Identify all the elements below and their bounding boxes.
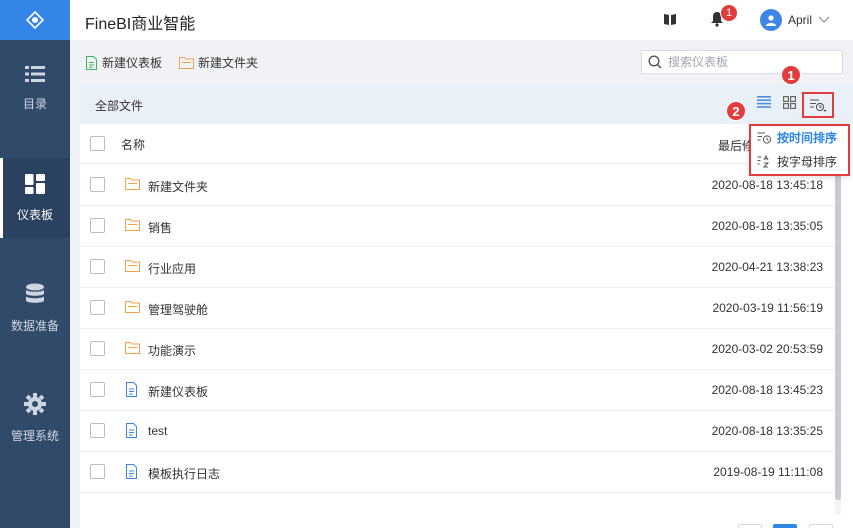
sidebar-item-data-prep[interactable]: 数据准备 <box>0 268 70 348</box>
table-row[interactable]: 新建仪表板 2020-08-18 13:45:23 <box>80 370 835 411</box>
column-header-modified[interactable]: 最后修 <box>718 137 752 154</box>
file-name: test <box>148 424 168 438</box>
avatar <box>760 9 782 31</box>
sort-time-icon <box>757 132 772 144</box>
file-modified-date: 2020-08-18 13:35:05 <box>711 219 823 233</box>
database-icon <box>26 283 44 303</box>
sort-by-time-option[interactable]: 按时间排序 <box>757 127 837 147</box>
step-callout-2: 2 <box>726 101 746 121</box>
notification-badge: 1 <box>720 4 738 22</box>
row-checkbox[interactable] <box>90 382 105 397</box>
file-modified-date: 2020-08-18 13:35:25 <box>711 424 823 438</box>
file-name: 功能演示 <box>148 344 197 358</box>
next-page-button[interactable] <box>809 524 833 528</box>
folder-icon <box>125 301 140 313</box>
sort-alpha-icon <box>757 154 770 167</box>
sidebar-item-label: 管理系统 <box>10 428 59 443</box>
table-row[interactable]: 新建文件夹 2020-08-18 13:45:18 <box>80 165 835 206</box>
sidebar-item-label: 仪表板 <box>16 207 53 222</box>
new-folder-button[interactable]: 新建文件夹 <box>179 54 258 71</box>
new-dashboard-icon <box>86 55 97 70</box>
step-callout-1: 1 <box>781 65 801 85</box>
file-name: 新建文件夹 <box>148 180 209 194</box>
breadcrumb[interactable]: 全部文件 <box>95 97 143 114</box>
table-row[interactable]: 模板执行日志 2019-08-19 11:11:08 <box>80 452 835 493</box>
row-checkbox[interactable] <box>90 423 105 438</box>
table-row[interactable]: 管理驾驶舱 2020-03-19 11:56:19 <box>80 288 835 329</box>
folder-icon <box>125 342 140 354</box>
file-name: 管理驾驶舱 <box>148 303 209 317</box>
new-folder-label: 新建文件夹 <box>198 56 259 70</box>
logo[interactable] <box>0 0 70 40</box>
sidebar-item-dashboard[interactable]: 仪表板 <box>0 158 70 238</box>
file-name: 模板执行日志 <box>148 467 221 481</box>
chevron-down-icon <box>818 16 830 23</box>
sidebar-item-admin[interactable]: 管理系统 <box>0 378 70 458</box>
sort-by-alpha-option[interactable]: 按字母排序 <box>757 151 837 171</box>
prev-page-button[interactable] <box>738 524 762 528</box>
file-name: 行业应用 <box>148 262 197 276</box>
dashboard-file-icon <box>126 382 137 397</box>
scrollbar[interactable] <box>835 164 841 514</box>
select-all-checkbox[interactable] <box>90 136 105 151</box>
table-row[interactable]: 行业应用 2020-04-21 13:38:23 <box>80 247 835 288</box>
user-icon <box>766 15 776 26</box>
folder-icon <box>179 57 194 69</box>
column-header-name[interactable]: 名称 <box>121 136 145 153</box>
row-checkbox[interactable] <box>90 300 105 315</box>
file-modified-date: 2020-08-18 13:45:23 <box>711 383 823 397</box>
list-icon <box>25 65 45 82</box>
row-checkbox[interactable] <box>90 341 105 356</box>
folder-icon <box>125 260 140 272</box>
table-row[interactable]: test 2020-08-18 13:35:25 <box>80 411 835 452</box>
file-name: 新建仪表板 <box>148 385 209 399</box>
dashboard-file-icon <box>126 464 137 479</box>
row-checkbox[interactable] <box>90 259 105 274</box>
file-list: 新建文件夹 2020-08-18 13:45:18 销售 2020-08-18 … <box>80 165 835 511</box>
sidebar-item-catalog[interactable]: 目录 <box>0 48 70 128</box>
logo-icon <box>25 10 45 30</box>
page-number-button[interactable]: 1 <box>773 524 797 528</box>
new-dashboard-label: 新建仪表板 <box>102 56 163 70</box>
dashboard-icon <box>25 173 45 194</box>
file-modified-date: 2020-03-02 20:53:59 <box>711 342 823 356</box>
file-modified-date: 2020-03-19 11:56:19 <box>712 301 823 315</box>
app-title: FineBI商业智能 <box>85 16 196 33</box>
folder-icon <box>125 219 140 231</box>
book-icon[interactable] <box>663 12 677 26</box>
file-modified-date: 2020-08-18 13:45:18 <box>711 178 823 192</box>
grid-view-icon[interactable] <box>783 96 796 109</box>
table-row[interactable]: 功能演示 2020-03-02 20:53:59 <box>80 329 835 370</box>
sort-dropdown-button[interactable] <box>802 92 834 118</box>
sort-time-icon <box>810 99 827 112</box>
file-panel: 全部文件 名称 最后修 新建文件夹 2020-08-18 13:45:18 销售… <box>80 84 853 528</box>
search-box[interactable] <box>641 50 843 74</box>
sort-by-alpha-label: 按字母排序 <box>777 154 838 169</box>
file-modified-date: 2020-04-21 13:38:23 <box>711 260 823 274</box>
table-row[interactable]: 销售 2020-08-18 13:35:05 <box>80 206 835 247</box>
sort-menu: 按时间排序 按字母排序 <box>749 124 850 176</box>
row-checkbox[interactable] <box>90 218 105 233</box>
gear-icon <box>24 392 46 415</box>
list-view-icon[interactable] <box>757 96 771 108</box>
user-name: April <box>788 13 813 27</box>
row-checkbox[interactable] <box>90 177 105 192</box>
folder-icon <box>125 178 140 190</box>
sidebar-item-label: 数据准备 <box>10 318 59 333</box>
search-icon <box>648 55 662 69</box>
file-name: 销售 <box>148 221 173 235</box>
dashboard-file-icon <box>126 423 137 438</box>
row-checkbox[interactable] <box>90 464 105 479</box>
file-modified-date: 2019-08-19 11:11:08 <box>713 465 823 479</box>
top-bar: FineBI商业智能 1 April <box>70 0 853 40</box>
sidebar-item-label: 目录 <box>22 96 47 111</box>
search-input[interactable] <box>668 55 828 69</box>
sort-by-time-label: 按时间排序 <box>777 130 838 145</box>
sidebar: 目录 仪表板 数据准备 管理系统 <box>0 0 70 528</box>
table-header: 名称 最后修 <box>80 124 835 164</box>
scroll-thumb[interactable] <box>835 170 841 500</box>
user-menu[interactable]: April <box>760 9 830 31</box>
new-dashboard-button[interactable]: 新建仪表板 <box>85 54 162 71</box>
